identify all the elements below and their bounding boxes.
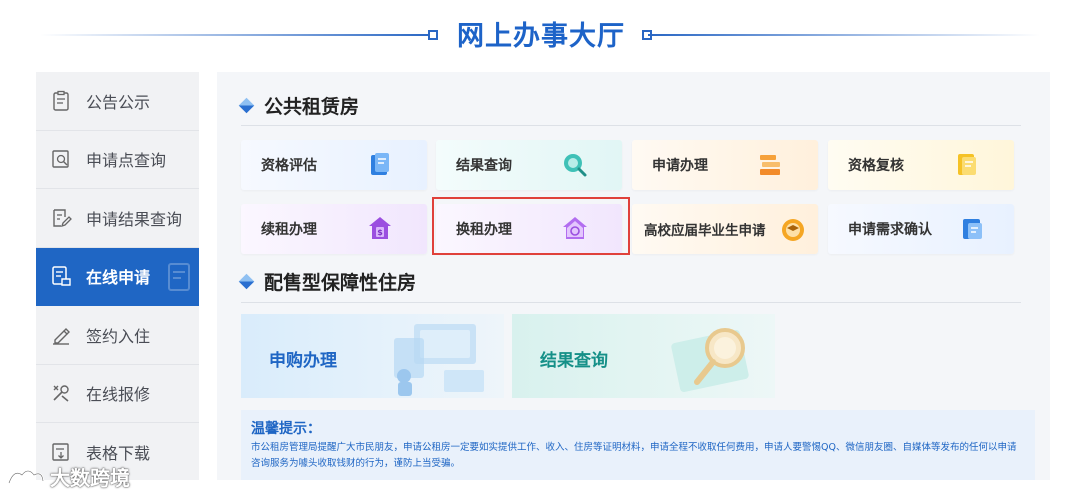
card-label: 高校应届毕业生申请 [644, 223, 766, 239]
notice-body: 市公租房管理局提醒广大市民朋友，申请公租房一定要如实提供工作、收入、住房等证明材… [251, 442, 1017, 469]
repair-tools-icon [50, 382, 72, 404]
sidebar-item-online-apply[interactable]: 在线申请 [36, 247, 199, 306]
watermark: 大数跨境 [6, 462, 130, 491]
sidebar-item-label: 签约入住 [86, 326, 151, 346]
svg-text:$: $ [377, 228, 383, 237]
card-apply-process[interactable]: 申请办理 [632, 140, 818, 190]
notice-title: 温馨提示： [251, 421, 321, 437]
card-qualification-assessment[interactable]: 资格评估 [241, 140, 427, 190]
search-document-icon [50, 148, 72, 170]
section-title-affordable-housing: 配售型保障性住房 [238, 268, 417, 295]
sidebar: 公告公示 申请点查询 申请结果查询 在线申请 签约入住 在线报修 表格下载 [36, 72, 199, 480]
magnifier-illustration [671, 328, 749, 392]
banner-label: 结果查询 [540, 351, 608, 371]
sidebar-item-label: 在线报修 [86, 385, 151, 405]
sign-pen-icon [50, 324, 72, 346]
sidebar-item-label: 公告公示 [86, 92, 151, 112]
card-label: 申请需求确认 [848, 222, 932, 238]
card-label: 资格评估 [261, 158, 317, 174]
notice-board-icon [50, 90, 72, 112]
confirm-doc-icon [963, 219, 982, 239]
page-header: 网上办事大厅 [0, 0, 1080, 70]
card-renew-lease[interactable]: 续租办理 $ [241, 204, 427, 254]
section-title-text: 公共租赁房 [264, 96, 360, 118]
review-doc-icon [958, 154, 976, 175]
sidebar-item-label: 申请点查询 [86, 151, 167, 171]
banner-purchase-process[interactable]: 申购办理 [241, 314, 504, 398]
exchange-house-icon [563, 217, 587, 239]
card-exchange-lease[interactable]: 换租办理 [436, 204, 622, 254]
card-label: 换租办理 [456, 222, 512, 238]
watermark-text: 大数跨境 [50, 466, 130, 490]
diamond-bullet-icon [238, 273, 255, 290]
card-graduate-application[interactable]: 高校应届毕业生申请 [632, 204, 818, 254]
card-label: 申请办理 [652, 158, 708, 174]
sidebar-item-application-point-query[interactable]: 申请点查询 [36, 131, 199, 189]
banner-result-query[interactable]: 结果查询 [512, 314, 775, 398]
header-line-right [648, 34, 1040, 36]
card-demand-confirmation[interactable]: 申请需求确认 [828, 204, 1014, 254]
result-search-icon [564, 154, 587, 177]
apply-stack-icon [760, 155, 780, 175]
diamond-bullet-icon [238, 97, 255, 114]
section-divider [241, 302, 1021, 303]
card-label: 续租办理 [261, 222, 317, 238]
download-form-icon [50, 441, 72, 463]
section-title-public-rental: 公共租赁房 [238, 92, 360, 119]
header-line-left [40, 34, 432, 36]
sidebar-item-online-repair[interactable]: 在线报修 [36, 365, 199, 423]
sidebar-item-announcements[interactable]: 公告公示 [36, 72, 199, 131]
online-apply-icon [50, 265, 72, 287]
banner-label: 申购办理 [269, 351, 337, 371]
page-title: 网上办事大厅 [457, 21, 625, 52]
header-dot-left [428, 30, 438, 40]
card-label: 资格复核 [848, 158, 904, 174]
renew-house-icon: $ [369, 217, 391, 239]
warm-tip-notice: 温馨提示： 市公租房管理局提醒广大市民朋友，申请公租房一定要如实提供工作、收入、… [241, 410, 1035, 480]
section-title-text: 配售型保障性住房 [264, 272, 417, 294]
card-result-query[interactable]: 结果查询 [436, 140, 622, 190]
sidebar-item-result-query[interactable]: 申请结果查询 [36, 189, 199, 248]
section-divider [241, 125, 1021, 126]
sidebar-item-sign-check-in[interactable]: 签约入住 [36, 306, 199, 365]
card-qualification-review[interactable]: 资格复核 [828, 140, 1014, 190]
edit-document-icon [50, 207, 72, 229]
assessment-doc-icon [371, 153, 389, 175]
watermark-logo-icon [7, 469, 45, 483]
graduate-cap-icon [782, 219, 804, 241]
sidebar-item-label: 申请结果查询 [86, 209, 183, 229]
online-apply-ghost-icon [168, 262, 190, 291]
sidebar-item-label: 在线申请 [86, 268, 151, 288]
sidebar-item-label: 表格下载 [86, 444, 151, 464]
purchase-illustration [394, 324, 484, 396]
card-label: 结果查询 [456, 158, 512, 174]
